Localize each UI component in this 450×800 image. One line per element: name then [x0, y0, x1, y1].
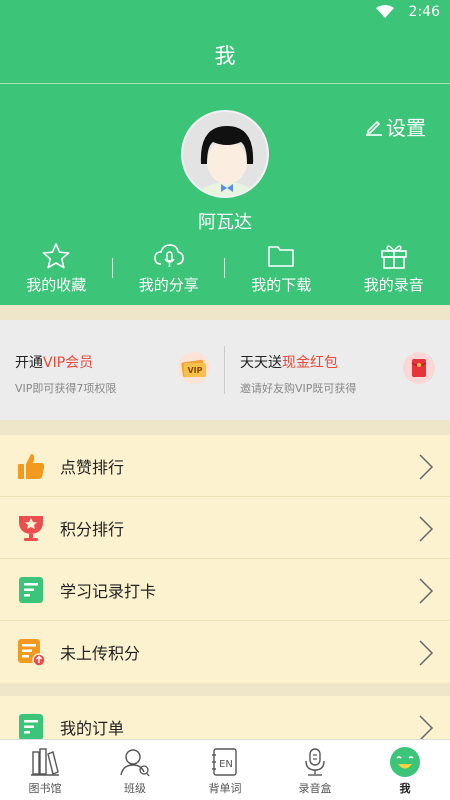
nav-me[interactable]: 我	[360, 740, 450, 800]
quick-label: 我的下载	[251, 276, 312, 294]
quick-actions: 我的收藏 我的分享 我的下载 我的录音	[0, 242, 450, 298]
chevron-right-icon	[419, 578, 434, 604]
list-item-study-checkin[interactable]: 学习记录打卡	[0, 559, 450, 621]
chevron-right-icon	[419, 454, 434, 480]
list-item-label: 我的订单	[60, 719, 125, 738]
list-item-label: 积分排行	[60, 519, 125, 539]
document-icon	[19, 577, 43, 603]
cloud-mic-icon	[153, 244, 184, 267]
nav-label: 背单词	[208, 782, 242, 795]
redpacket-promo[interactable]: 天天送现金红包 邀请好友购VIP既可获得	[225, 320, 450, 420]
settings-label: 设置	[386, 116, 426, 140]
smile-icon	[390, 747, 420, 777]
nav-label: 班级	[124, 782, 146, 795]
gift-icon	[380, 245, 407, 269]
svg-text:EN: EN	[219, 759, 233, 770]
list-item-likes-ranking[interactable]: 点赞排行	[0, 435, 450, 497]
library-icon	[31, 748, 59, 776]
upload-document-icon	[18, 639, 46, 667]
trophy-icon	[19, 516, 43, 541]
vip-card-icon: VIP	[178, 352, 210, 384]
list-item-label: 学习记录打卡	[60, 581, 157, 601]
nav-recorder[interactable]: 录音盒	[270, 740, 360, 800]
quick-label: 我的分享	[138, 276, 199, 294]
bottom-nav: 图书馆 班级 EN 背单词 录音盒 我	[0, 739, 450, 800]
vip-promo[interactable]: 开通VIP会员 VIP即可获得7项权限 VIP	[0, 320, 225, 420]
username: 阿瓦达	[198, 212, 252, 233]
chevron-right-icon	[419, 715, 434, 741]
edit-icon	[366, 120, 382, 136]
status-time: 2:46	[408, 4, 440, 20]
avatar-girl-icon	[183, 112, 267, 196]
red-packet-icon	[403, 352, 435, 384]
avatar[interactable]	[181, 110, 269, 198]
chevron-right-icon	[419, 640, 434, 666]
quick-downloads[interactable]: 我的下载	[225, 242, 338, 298]
nav-label: 我	[399, 782, 411, 795]
list-item-label: 未上传积分	[60, 644, 141, 663]
menu-list-ranking: 点赞排行 积分排行 学习记录打卡 未上传积分	[0, 435, 450, 683]
quick-label: 我的录音	[363, 276, 424, 294]
quick-favorites[interactable]: 我的收藏	[0, 242, 113, 298]
en-book-icon: EN	[212, 748, 237, 776]
list-item-label: 点赞排行	[60, 457, 125, 477]
svg-text:VIP: VIP	[187, 366, 202, 375]
redpacket-promo-highlight: 现金红包	[282, 355, 338, 371]
nav-label: 录音盒	[298, 782, 332, 795]
recorder-icon	[305, 748, 325, 776]
nav-class[interactable]: 班级	[90, 740, 180, 800]
settings-button[interactable]: 设置	[365, 112, 426, 141]
thumbs-up-icon	[18, 454, 45, 479]
folder-icon	[268, 246, 295, 267]
quick-recordings[interactable]: 我的录音	[338, 242, 450, 298]
chevron-right-icon	[419, 516, 434, 542]
vip-promo-prefix: 开通	[15, 355, 43, 371]
nav-label: 图书馆	[28, 782, 62, 795]
vip-promo-highlight: VIP会员	[43, 355, 94, 371]
promo-banner: 开通VIP会员 VIP即可获得7项权限 VIP 天天送现金红包 邀请好友购VIP…	[0, 320, 450, 420]
quick-share[interactable]: 我的分享	[113, 242, 225, 298]
list-item-points-ranking[interactable]: 积分排行	[0, 497, 450, 559]
nav-library[interactable]: 图书馆	[0, 740, 90, 800]
order-icon	[19, 714, 43, 740]
status-bar: 2:46	[0, 0, 450, 24]
title-bar: 我	[0, 24, 450, 84]
list-item-unuploaded-points[interactable]: 未上传积分	[0, 621, 450, 683]
page-title: 我	[214, 44, 236, 68]
quick-label: 我的收藏	[26, 276, 87, 294]
nav-vocabulary[interactable]: EN 背单词	[180, 740, 270, 800]
star-icon	[42, 243, 70, 269]
redpacket-promo-prefix: 天天送	[240, 355, 282, 371]
class-icon	[120, 749, 150, 777]
wifi-icon	[376, 5, 394, 18]
